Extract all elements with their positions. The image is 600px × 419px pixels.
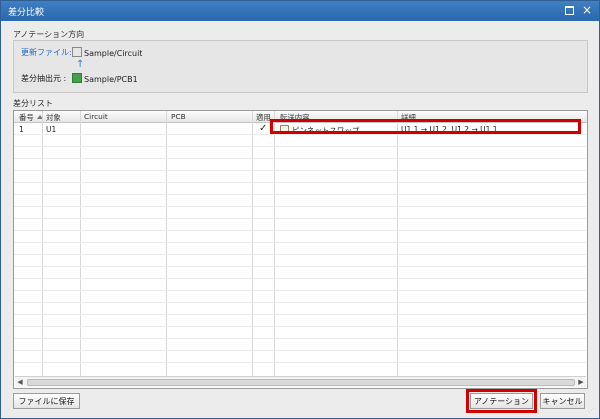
pcb-file-icon — [72, 73, 82, 83]
scroll-right-icon[interactable]: ▶ — [576, 377, 586, 387]
diff-list-table: 番号 対象 Circuit PCB 適用 転送内容 詳細 1 U1 ✓ ピンネッ… — [13, 110, 588, 389]
row-divider — [14, 290, 586, 291]
transfer-detail-highlight — [270, 119, 581, 134]
diff-comparison-window: 差分比較 × アノテーション方向 更新ファイル: Sample/Circuit … — [0, 0, 600, 419]
annotation-button-highlight — [466, 389, 537, 413]
row-divider — [14, 194, 586, 195]
column-divider — [252, 111, 253, 376]
update-file-label: 更新ファイル: — [21, 48, 72, 57]
row-number: 1 — [19, 125, 24, 134]
column-divider — [397, 111, 398, 376]
save-to-file-button[interactable]: ファイルに保存 — [13, 393, 80, 409]
row-divider — [14, 338, 586, 339]
row-divider — [14, 278, 586, 279]
annotation-direction-panel: 更新ファイル: Sample/Circuit ↑ 差分抽出元 : Sample/… — [13, 40, 588, 93]
row-divider — [14, 170, 586, 171]
row-divider — [14, 182, 586, 183]
column-number[interactable]: 番号 — [19, 112, 34, 123]
column-target[interactable]: 対象 — [46, 112, 61, 123]
row-divider — [14, 302, 586, 303]
row-divider — [14, 242, 586, 243]
maximize-icon — [564, 6, 574, 15]
column-applied[interactable]: 適用 — [256, 112, 271, 123]
row-divider — [14, 314, 586, 315]
row-divider — [14, 218, 586, 219]
row-divider — [14, 362, 586, 363]
row-divider — [14, 326, 586, 327]
row-divider — [14, 266, 586, 267]
diff-list-heading: 差分リスト — [13, 99, 53, 108]
row-divider — [14, 350, 586, 351]
scroll-thumb[interactable] — [27, 379, 575, 386]
column-divider — [80, 111, 81, 376]
annotation-direction-heading: アノテーション方向 — [13, 30, 85, 39]
up-arrow-icon: ↑ — [76, 59, 85, 70]
row-target: U1 — [46, 125, 57, 134]
row-divider — [14, 146, 586, 147]
applied-check-icon[interactable]: ✓ — [259, 123, 267, 134]
row-divider — [14, 158, 586, 159]
column-divider — [166, 111, 167, 376]
horizontal-scrollbar[interactable]: ◀ ▶ — [15, 376, 586, 387]
column-pcb[interactable]: PCB — [171, 112, 186, 121]
window-title: 差分比較 — [8, 8, 45, 18]
row-divider — [14, 206, 586, 207]
title-bar: 差分比較 × — [1, 1, 599, 21]
column-divider — [274, 111, 275, 376]
column-circuit[interactable]: Circuit — [84, 112, 108, 121]
circuit-file-icon — [72, 47, 82, 57]
resize-grip-icon[interactable]: ⋰ — [588, 407, 596, 415]
row-divider — [14, 254, 586, 255]
cancel-button[interactable]: キャンセル — [540, 393, 585, 409]
close-button[interactable]: × — [581, 4, 593, 16]
column-divider — [42, 111, 43, 376]
source-value: Sample/PCB1 — [72, 73, 138, 84]
source-label: 差分抽出元 : — [21, 74, 67, 83]
update-file-value: Sample/Circuit — [72, 47, 142, 58]
maximize-button[interactable] — [563, 4, 575, 16]
row-divider — [14, 230, 586, 231]
scroll-left-icon[interactable]: ◀ — [15, 377, 25, 387]
